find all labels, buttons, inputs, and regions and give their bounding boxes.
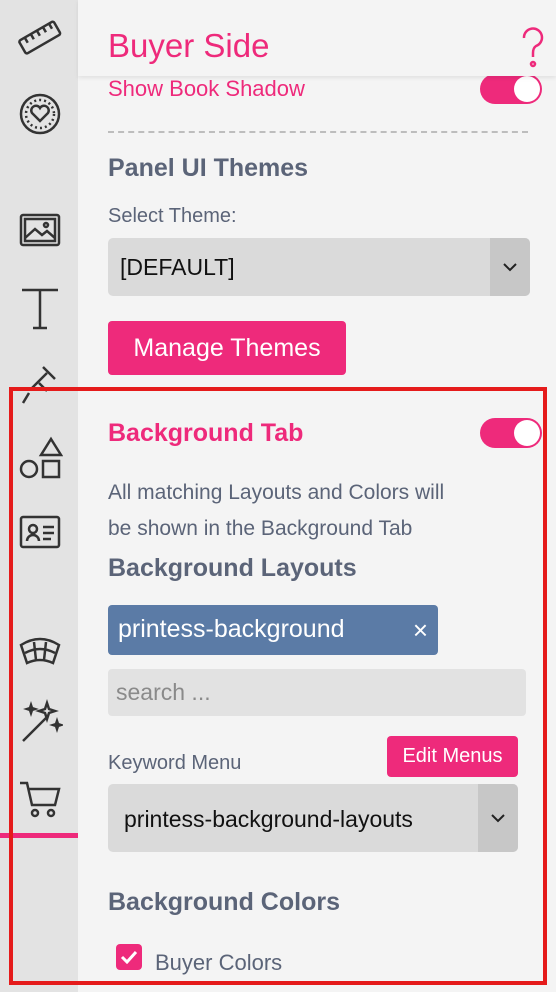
help-icon[interactable] <box>518 26 548 70</box>
buyer-colors-checkbox[interactable] <box>116 944 142 970</box>
panel-themes-title: Panel UI Themes <box>108 154 309 182</box>
select-theme-label: Select Theme: <box>108 205 237 227</box>
search-placeholder: search ... <box>116 679 211 705</box>
shapes-icon[interactable] <box>14 432 66 484</box>
background-tab-description-2: be shown in the Background Tab <box>108 517 413 540</box>
ruler-icon[interactable] <box>14 12 66 64</box>
settings-panel: Show Book Shadow Panel UI Themes Select … <box>78 74 556 992</box>
panel-header: Buyer Side <box>78 0 556 76</box>
theme-select-value: [DEFAULT] <box>120 254 235 280</box>
theme-select[interactable]: [DEFAULT] <box>108 238 530 296</box>
background-colors-title: Background Colors <box>108 888 340 916</box>
page-title: Buyer Side <box>108 27 270 64</box>
background-tab-label: Background Tab <box>108 419 304 447</box>
chevron-down-icon[interactable] <box>490 238 530 296</box>
layout-chip: printess-background × <box>108 605 438 655</box>
divider <box>108 131 528 133</box>
heart-badge-icon[interactable] <box>14 88 66 140</box>
id-card-icon[interactable] <box>14 506 66 558</box>
book-shadow-label: Show Book Shadow <box>108 76 305 101</box>
edit-menus-button[interactable]: Edit Menus <box>387 736 518 777</box>
chevron-down-icon[interactable] <box>478 784 518 852</box>
sidebar <box>0 0 78 992</box>
pin-icon[interactable] <box>14 356 66 408</box>
background-tab-description-1: All matching Layouts and Colors will <box>108 481 445 504</box>
active-tab-indicator <box>0 833 78 838</box>
chip-label: printess-background <box>118 615 345 643</box>
arch-icon[interactable] <box>14 624 66 676</box>
manage-themes-button[interactable]: Manage Themes <box>108 321 346 375</box>
layout-search-input[interactable]: search ... <box>108 669 526 716</box>
chip-remove-icon[interactable]: × <box>413 615 428 646</box>
buyer-colors-label: Buyer Colors <box>155 950 283 975</box>
magic-wand-icon[interactable] <box>14 696 66 748</box>
background-tab-toggle[interactable] <box>480 418 542 448</box>
image-icon[interactable] <box>14 204 66 256</box>
cart-icon[interactable] <box>14 772 66 824</box>
keyword-menu-value: printess-background-layouts <box>124 806 413 832</box>
keyword-menu-select[interactable]: printess-background-layouts <box>108 784 518 852</box>
text-icon[interactable] <box>14 282 66 334</box>
keyword-menu-label: Keyword Menu <box>108 752 242 774</box>
background-layouts-title: Background Layouts <box>108 554 357 582</box>
book-shadow-toggle[interactable] <box>480 74 542 104</box>
